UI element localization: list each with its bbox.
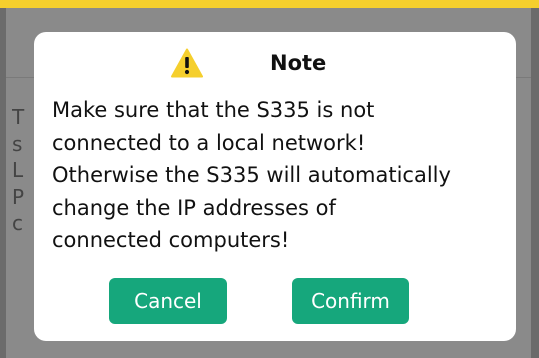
dialog-message: Make sure that the S335 is not connected… bbox=[52, 98, 451, 252]
dialog-title: Note bbox=[270, 51, 327, 75]
confirm-button[interactable]: Confirm bbox=[292, 278, 409, 324]
background-line: s bbox=[12, 131, 23, 156]
top-accent-bar bbox=[0, 0, 539, 8]
warning-triangle-icon bbox=[171, 48, 203, 78]
background-line: T bbox=[12, 105, 25, 129]
background-text: T s L P c bbox=[12, 104, 32, 237]
note-dialog: Note Make sure that the S335 is not conn… bbox=[34, 32, 516, 341]
background-line: P bbox=[12, 184, 25, 209]
cancel-button[interactable]: Cancel bbox=[109, 278, 227, 324]
background-line: c bbox=[12, 211, 23, 235]
dialog-header: Note bbox=[34, 48, 516, 78]
background-line: L bbox=[12, 158, 24, 182]
